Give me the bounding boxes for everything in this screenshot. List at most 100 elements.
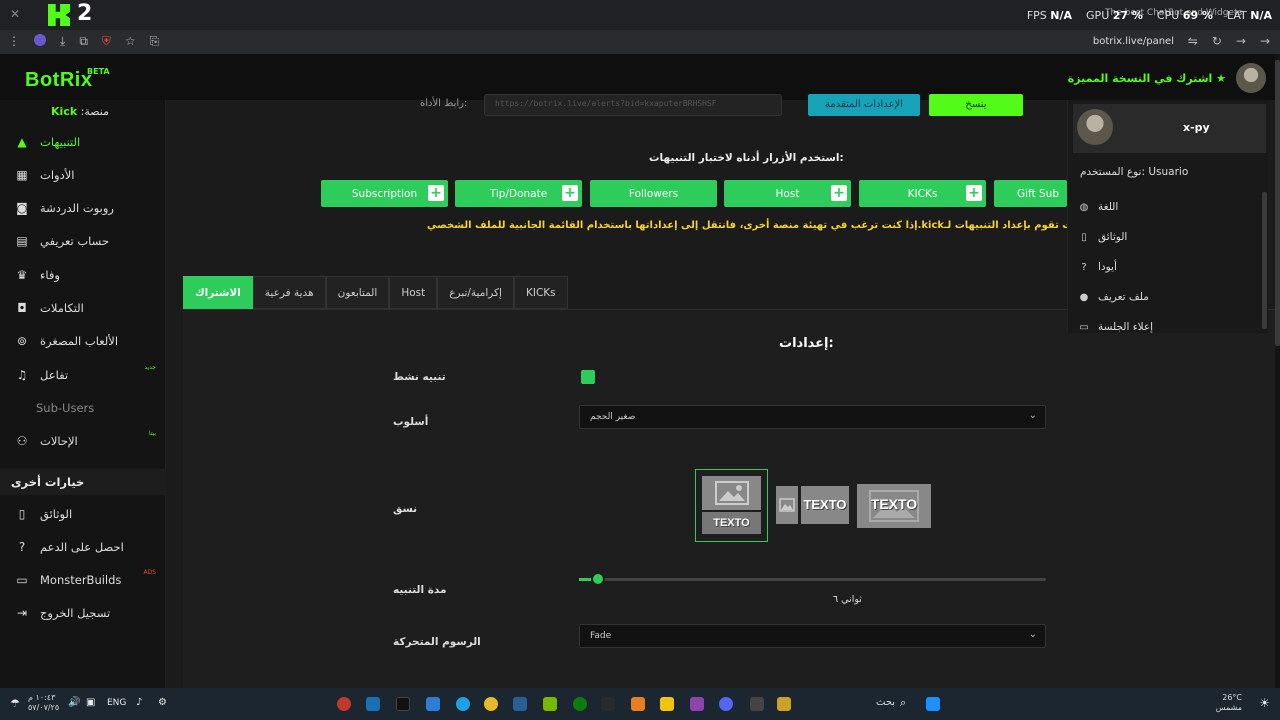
tab-host[interactable]: Host bbox=[389, 276, 438, 309]
users-icon: ⚇ bbox=[16, 434, 28, 448]
duration-label: مدة التنبيه bbox=[393, 584, 447, 596]
sidebar-item-support[interactable]: ? احصل على الدعم bbox=[0, 532, 166, 562]
app-icon-multi[interactable] bbox=[690, 697, 704, 711]
sidebar-item-profile[interactable]: ▤ حساب تعريفي bbox=[0, 226, 166, 256]
tune-icon[interactable]: ⇋ bbox=[1188, 34, 1198, 48]
weather-info[interactable]: 26°C مشمس bbox=[1216, 693, 1242, 713]
app-icon-3[interactable] bbox=[777, 697, 791, 711]
tab-subscription[interactable]: الاشتراك bbox=[183, 276, 253, 309]
layout-option-overlay[interactable]: TEXTO bbox=[857, 484, 931, 528]
xbox-icon[interactable] bbox=[573, 697, 587, 711]
steam-2-icon[interactable] bbox=[513, 697, 527, 711]
platform-warning: إذا كنت ترغب في تهيئة منصة أخرى، فانتقل … bbox=[427, 220, 1122, 231]
copy-button[interactable]: ينسخ bbox=[929, 94, 1023, 116]
search-icon[interactable]: ⌕ bbox=[900, 696, 906, 710]
avatar[interactable] bbox=[1236, 63, 1266, 93]
menu-item-session[interactable]: ▭ إعلاء الجلسة bbox=[1078, 321, 1153, 333]
chrome-icon[interactable] bbox=[484, 697, 498, 711]
tray-icon[interactable]: ⚙ bbox=[158, 697, 167, 708]
mic-icon[interactable]: ♪ bbox=[136, 697, 142, 708]
nvidia-icon[interactable] bbox=[543, 697, 557, 711]
url-text[interactable]: botrix.live/panel bbox=[1093, 36, 1174, 47]
sidebar-item-sub-users[interactable]: Sub-Users bbox=[0, 393, 166, 423]
back-icon[interactable]: → bbox=[1260, 34, 1270, 48]
test-instructions: استخدم الأزرار أدناه لاختبار التنبيهات: bbox=[649, 152, 844, 164]
sidebar-item-widgets[interactable]: ▦ الأدوات bbox=[0, 160, 166, 190]
premium-link[interactable]: اشترك في النسخة المميزة ★ bbox=[1068, 72, 1226, 85]
widget-url-input[interactable]: https://botrix.live/alerts?bid=kxaputerB… bbox=[484, 94, 782, 116]
store-icon[interactable] bbox=[426, 697, 440, 711]
extensions-icon[interactable]: ⧉ bbox=[79, 34, 88, 49]
test-kicks-button[interactable]: KICKs + bbox=[859, 180, 986, 207]
menu-item-help[interactable]: ? أيودا bbox=[1078, 261, 1117, 273]
sidebar-item-integrations[interactable]: ◘ التكاملات bbox=[0, 293, 166, 323]
steam-icon[interactable] bbox=[366, 697, 380, 711]
edge-icon[interactable] bbox=[456, 697, 470, 711]
sidebar-item-logout[interactable]: ⇥ تسجيل الخروج bbox=[0, 598, 166, 628]
menu-scrollbar[interactable] bbox=[1262, 192, 1267, 329]
taskbar-search[interactable]: بحث bbox=[876, 697, 895, 708]
sidebar-item-chatbot[interactable]: ◙ روبوت الدردشة bbox=[0, 193, 166, 223]
menu-item-docs[interactable]: ▯ الوثائق bbox=[1078, 231, 1127, 243]
sidebar-item-monsterbuilds[interactable]: ▭ MonsterBuilds ADS bbox=[0, 565, 166, 595]
layout-option-side[interactable]: TEXTO bbox=[776, 486, 850, 524]
beta-badge: بيتا bbox=[148, 430, 156, 437]
sidebar-item-interaction[interactable]: ♫ تفاعل جديد bbox=[0, 360, 166, 390]
style-select[interactable]: صغير الحجم ⌄ bbox=[579, 405, 1046, 429]
share-icon[interactable]: ⎘ bbox=[150, 34, 160, 49]
menu-item-profile[interactable]: ● ملف تعريف bbox=[1078, 291, 1149, 303]
advanced-settings-button[interactable]: الإعدادات المتقدمة bbox=[808, 94, 920, 116]
test-tip-button[interactable]: Tip/Donate + bbox=[455, 180, 582, 207]
language-indicator[interactable]: ENG bbox=[107, 698, 126, 708]
download-icon[interactable]: ⤓ bbox=[60, 34, 65, 49]
tab-kicks[interactable]: KICKs bbox=[513, 276, 568, 309]
app-icon-1[interactable] bbox=[337, 697, 351, 711]
sidebar-item-alerts[interactable]: ▲ التنبيهات bbox=[0, 127, 166, 157]
layout-option-stacked[interactable]: TEXTO bbox=[695, 469, 768, 542]
sidebar-item-referrals[interactable]: ⚇ الإحالات بيتا bbox=[0, 426, 166, 456]
user-card: x-py bbox=[1073, 104, 1266, 153]
plus-icon: + bbox=[831, 185, 847, 201]
test-subscription-button[interactable]: Subscription + bbox=[321, 180, 448, 207]
windows-start-icon[interactable] bbox=[926, 697, 940, 711]
forward-icon[interactable]: → bbox=[1236, 34, 1246, 48]
tab-tip[interactable]: إكرامية/تبرع bbox=[437, 276, 514, 309]
network-icon[interactable]: ▣ bbox=[86, 697, 95, 708]
clock[interactable]: ١٠:٤٣ م ٥٧/٠٧/٢٥ bbox=[28, 693, 59, 713]
test-followers-button[interactable]: Followers bbox=[590, 180, 717, 207]
page-scrollbar-thumb[interactable] bbox=[1275, 60, 1280, 346]
weather-widget-icon[interactable]: ☂ bbox=[10, 697, 20, 710]
alert-type-tabs: الاشتراك هدية فرعية المتابعون Host إكرام… bbox=[183, 276, 568, 309]
widget-url-label: رابط الأداة: bbox=[420, 98, 468, 109]
tab-followers[interactable]: المتابعون bbox=[325, 276, 390, 309]
integrations-icon: ◘ bbox=[17, 301, 27, 315]
sidebar-item-loyalty[interactable]: ♛ وفاء bbox=[0, 260, 166, 290]
menu-dots-icon[interactable]: ⋮ bbox=[8, 34, 20, 49]
tiktok-icon[interactable] bbox=[396, 697, 410, 711]
active-alert-checkbox[interactable] bbox=[581, 370, 595, 384]
reload-icon[interactable]: ↻ bbox=[1212, 34, 1222, 48]
app-icon-2[interactable] bbox=[750, 697, 764, 711]
discord-icon[interactable] bbox=[719, 697, 733, 711]
test-gift-sub-button[interactable]: Gift Sub bbox=[994, 180, 1067, 207]
epic-icon[interactable] bbox=[601, 697, 615, 711]
tab-gift-sub[interactable]: هدية فرعية bbox=[252, 276, 326, 309]
shield-ext-icon[interactable]: ⛨ bbox=[102, 34, 111, 49]
folder-icon[interactable] bbox=[660, 697, 674, 711]
app-icon-a[interactable] bbox=[631, 697, 645, 711]
brand-logo[interactable]: BotRix bbox=[25, 69, 92, 92]
sidebar-item-docs[interactable]: ▯ الوثائق bbox=[0, 499, 166, 529]
close-icon[interactable]: ✕ bbox=[10, 7, 20, 21]
test-host-button[interactable]: Host + bbox=[724, 180, 851, 207]
volume-icon[interactable]: 🔊 bbox=[68, 697, 80, 708]
duration-slider-thumb[interactable] bbox=[590, 572, 605, 586]
menu-item-language[interactable]: ◍ اللغة bbox=[1078, 201, 1119, 213]
chevron-down-icon: ⌄ bbox=[1028, 410, 1037, 421]
sidebar-item-minigames[interactable]: ⊚ الألعاب المصغرة bbox=[0, 326, 166, 356]
music-icon: ♫ bbox=[16, 368, 28, 382]
star-icon[interactable]: ☆ bbox=[125, 34, 136, 49]
beta-badge: BETA bbox=[87, 67, 110, 76]
profile-icon[interactable] bbox=[34, 34, 46, 46]
duration-slider-track[interactable] bbox=[579, 578, 1046, 581]
animation-select[interactable]: Fade ⌄ bbox=[579, 624, 1046, 648]
